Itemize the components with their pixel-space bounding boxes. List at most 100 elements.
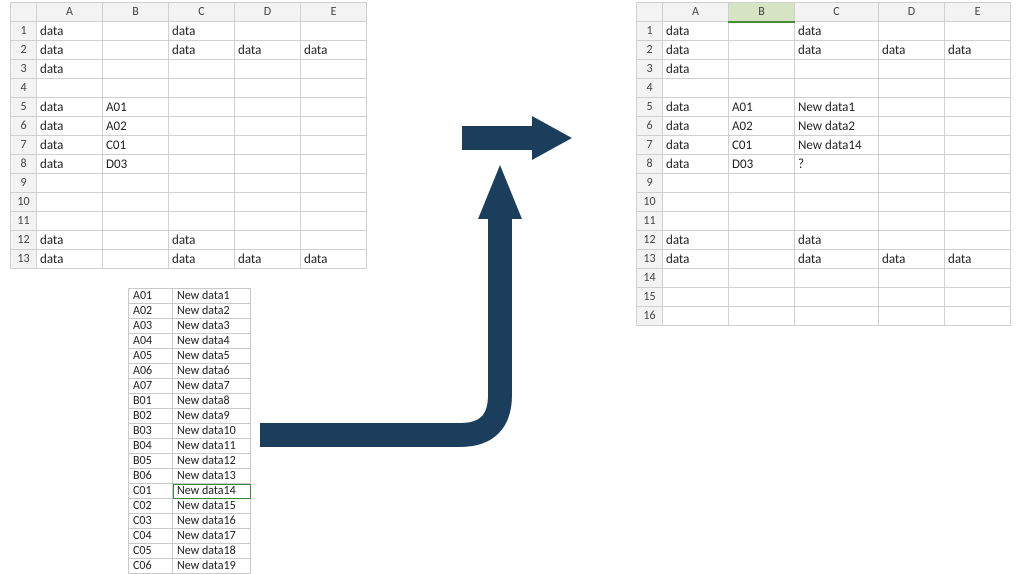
row-header[interactable]: 1 [637,22,663,41]
row-header[interactable]: 9 [637,174,663,193]
lookup-value[interactable]: New data6 [173,364,251,379]
cell[interactable] [103,174,169,193]
cell[interactable] [301,22,367,41]
row-header[interactable]: 6 [11,117,37,136]
cell[interactable]: data [663,117,729,136]
row-header[interactable]: 11 [11,212,37,231]
cell[interactable] [945,288,1011,307]
cell[interactable] [729,60,795,79]
cell[interactable] [169,117,235,136]
col-header[interactable]: E [301,3,367,22]
cell[interactable]: data [945,41,1011,60]
col-header[interactable]: B [103,3,169,22]
cell[interactable]: D03 [729,155,795,174]
lookup-key[interactable]: A05 [129,349,173,364]
lookup-value[interactable]: New data8 [173,394,251,409]
lookup-key[interactable]: B01 [129,394,173,409]
row-header[interactable]: 11 [637,212,663,231]
cell[interactable] [945,98,1011,117]
cell[interactable]: New data1 [795,98,879,117]
lookup-value[interactable]: New data2 [173,304,251,319]
cell[interactable] [945,212,1011,231]
lookup-value[interactable]: New data16 [173,514,251,529]
lookup-key[interactable]: A03 [129,319,173,334]
row-header[interactable]: 4 [11,79,37,98]
row-header[interactable]: 4 [637,79,663,98]
row-header[interactable]: 14 [637,269,663,288]
cell[interactable] [945,155,1011,174]
cell[interactable] [945,136,1011,155]
cell[interactable] [879,98,945,117]
cell[interactable]: ? [795,155,879,174]
cell[interactable] [103,60,169,79]
cell[interactable]: data [795,231,879,250]
cell[interactable] [169,193,235,212]
cell[interactable] [169,60,235,79]
cell[interactable]: New data14 [795,136,879,155]
lookup-value[interactable]: New data13 [173,469,251,484]
cell[interactable] [103,41,169,60]
col-header[interactable]: E [945,3,1011,22]
cell[interactable]: A01 [103,98,169,117]
cell[interactable] [945,174,1011,193]
cell[interactable]: data [879,41,945,60]
cell[interactable] [879,269,945,288]
lookup-key[interactable]: B05 [129,454,173,469]
cell[interactable] [169,155,235,174]
lookup-value[interactable]: New data3 [173,319,251,334]
cell[interactable]: data [37,231,103,250]
cell[interactable]: data [37,155,103,174]
cell[interactable]: data [169,41,235,60]
cell[interactable] [37,193,103,212]
row-header[interactable]: 10 [637,193,663,212]
cell[interactable]: A02 [729,117,795,136]
lookup-value[interactable]: New data5 [173,349,251,364]
cell[interactable] [879,117,945,136]
col-header[interactable]: C [795,3,879,22]
cell[interactable] [729,41,795,60]
cell[interactable]: data [169,231,235,250]
row-header[interactable]: 13 [11,250,37,269]
lookup-value[interactable]: New data11 [173,439,251,454]
row-header[interactable]: 7 [637,136,663,155]
cell[interactable] [663,269,729,288]
cell[interactable] [879,79,945,98]
cell[interactable] [729,269,795,288]
row-header[interactable]: 7 [11,136,37,155]
cell[interactable] [945,117,1011,136]
cell[interactable]: data [37,136,103,155]
cell[interactable] [879,307,945,326]
cell[interactable] [169,98,235,117]
cell[interactable] [795,212,879,231]
cell[interactable]: New data2 [795,117,879,136]
cell[interactable] [729,250,795,269]
cell[interactable] [945,269,1011,288]
lookup-key[interactable]: A04 [129,334,173,349]
cell[interactable]: data [663,60,729,79]
cell[interactable] [663,193,729,212]
cell[interactable] [103,231,169,250]
lookup-value[interactable]: New data14 [173,484,251,499]
cell[interactable]: data [795,22,879,41]
lookup-value[interactable]: New data4 [173,334,251,349]
row-header[interactable]: 8 [11,155,37,174]
cell[interactable] [663,174,729,193]
cell[interactable]: data [663,41,729,60]
cell[interactable] [945,231,1011,250]
lookup-key[interactable]: A07 [129,379,173,394]
lookup-key[interactable]: C05 [129,544,173,559]
cell[interactable] [795,174,879,193]
cell[interactable] [169,136,235,155]
lookup-value[interactable]: New data1 [173,289,251,304]
lookup-key[interactable]: B06 [129,469,173,484]
lookup-value[interactable]: New data15 [173,499,251,514]
row-header[interactable]: 5 [637,98,663,117]
cell[interactable] [235,60,301,79]
cell[interactable] [729,307,795,326]
cell[interactable] [879,136,945,155]
cell[interactable]: data [301,41,367,60]
cell[interactable]: data [169,250,235,269]
cell[interactable] [37,79,103,98]
cell[interactable] [235,22,301,41]
cell[interactable] [945,22,1011,41]
